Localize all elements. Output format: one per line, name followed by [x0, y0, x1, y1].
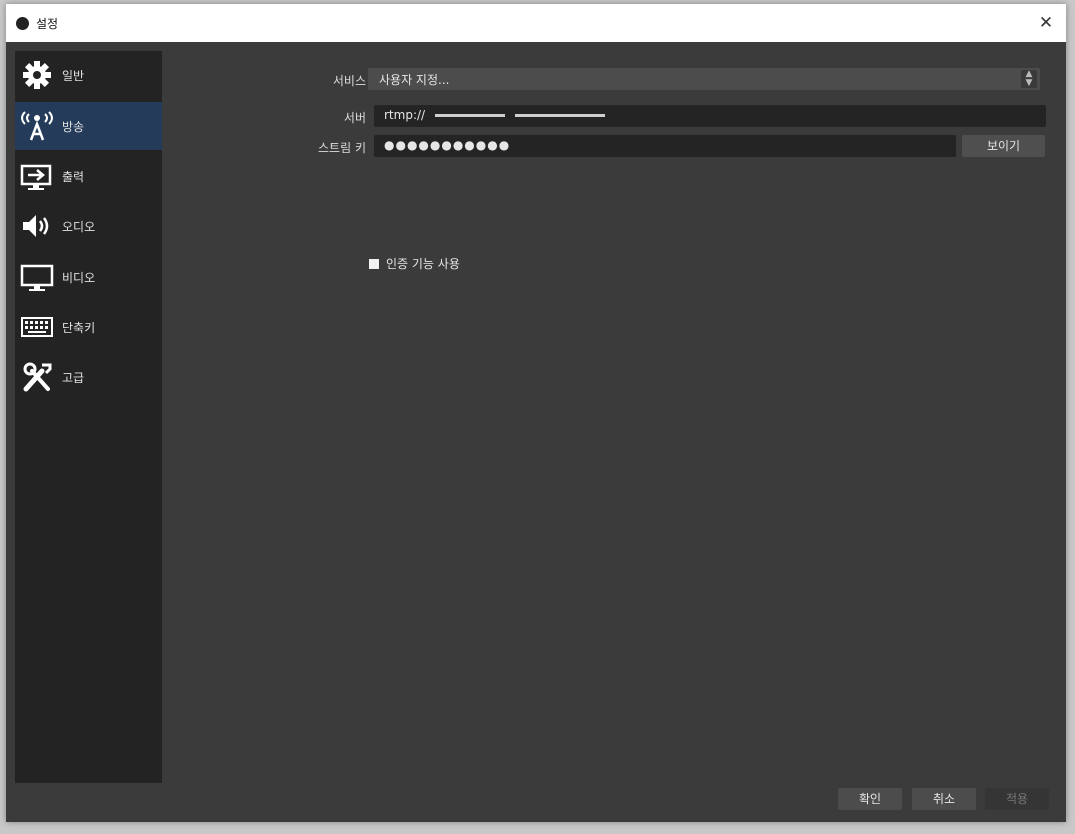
server-value: rtmp://: [384, 108, 426, 122]
service-select[interactable]: 사용자 지정... ▲ ▼: [368, 68, 1040, 90]
service-value: 사용자 지정...: [379, 73, 450, 87]
auth-checkbox-label: 인증 기능 사용: [386, 257, 460, 271]
close-button[interactable]: ✕: [1032, 10, 1060, 36]
speaker-icon: [23, 215, 49, 237]
keyboard-icon: [21, 317, 53, 337]
stream-key-label: 스트림 키: [318, 141, 366, 155]
sidebar-item-video[interactable]: 비디오: [15, 253, 162, 301]
sidebar-item-label: 단축키: [62, 321, 96, 335]
stream-settings-panel: [162, 51, 1050, 783]
sidebar-item-label: 일반: [62, 69, 85, 83]
tools-icon: [23, 362, 52, 392]
sidebar-item-label: 출력: [62, 170, 85, 184]
gear-icon: [23, 61, 51, 89]
output-icon: [20, 164, 52, 190]
sidebar-item-label: 고급: [62, 371, 85, 385]
sidebar: 일반 방송 출력 오디오 비디오 단축키 고급: [15, 51, 162, 783]
stream-key-value: ●●●●●●●●●●●: [384, 138, 511, 152]
sidebar-item-label: 오디오: [62, 220, 96, 234]
sidebar-item-advanced[interactable]: 고급: [15, 353, 162, 401]
updown-arrows-icon: ▲ ▼: [1021, 70, 1037, 88]
sidebar-item-label: 비디오: [62, 271, 96, 285]
window-title: 설정: [36, 17, 59, 31]
title-bar: 설정 ✕: [6, 4, 1066, 42]
sidebar-item-general[interactable]: 일반: [15, 51, 162, 99]
server-label: 서버: [343, 111, 366, 125]
auth-checkbox[interactable]: [369, 259, 379, 269]
sidebar-item-output[interactable]: 출력: [15, 152, 162, 200]
sidebar-item-stream[interactable]: 방송: [15, 102, 162, 150]
sidebar-item-label: 방송: [62, 120, 85, 134]
show-key-button[interactable]: 보이기: [962, 135, 1045, 157]
apply-button[interactable]: 적용: [985, 788, 1049, 810]
server-input[interactable]: rtmp://: [374, 105, 1046, 127]
stream-key-input[interactable]: ●●●●●●●●●●●: [374, 135, 956, 157]
monitor-icon: [20, 264, 54, 291]
redacted-text: [514, 114, 605, 117]
sidebar-item-audio[interactable]: 오디오: [15, 202, 162, 250]
cancel-button[interactable]: 취소: [912, 788, 976, 810]
obs-logo-icon: [16, 17, 29, 30]
service-label: 서비스: [332, 74, 366, 88]
redacted-text: [434, 114, 505, 117]
broadcast-icon: [21, 111, 53, 141]
ok-button[interactable]: 확인: [838, 788, 902, 810]
sidebar-item-hotkeys[interactable]: 단축키: [15, 303, 162, 351]
